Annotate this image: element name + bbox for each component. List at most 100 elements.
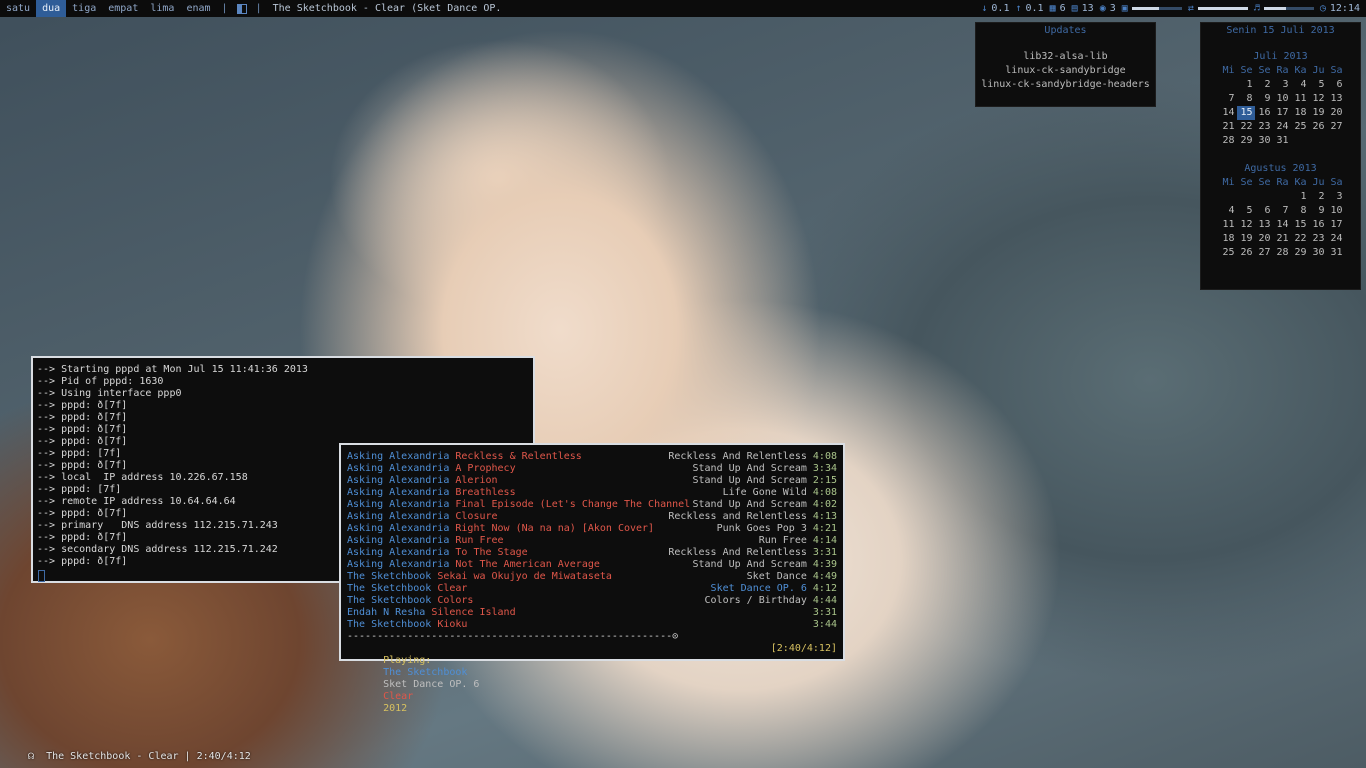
calendar-day — [1237, 190, 1255, 204]
weekday-header: Mi — [1222, 177, 1235, 188]
calendar-day: 17 — [1330, 219, 1343, 230]
track-duration: 4:02 — [812, 499, 837, 510]
update-package: linux-ck-sandybridge — [1005, 65, 1126, 76]
track-album: Stand Up And Scream — [692, 463, 807, 474]
calendar-day — [1219, 78, 1237, 92]
disk-usage: 3 — [1109, 3, 1116, 14]
track-duration: 3:44 — [812, 619, 837, 630]
month-title: Juli 2013 — [1253, 51, 1308, 62]
calendar-day: 17 — [1276, 107, 1289, 118]
weekday-header: Ju — [1312, 177, 1325, 188]
playlist-row[interactable]: Asking Alexandria Breathless Life Gone Wi… — [347, 487, 837, 499]
weekday-header: Ju — [1312, 65, 1325, 76]
playlist-row[interactable]: The Sketchbook Kioku 3:44 — [347, 619, 837, 631]
calendar-day: 23 — [1312, 233, 1325, 244]
speaker-icon[interactable]: ♬ — [1254, 3, 1260, 14]
track-title: Clear — [437, 583, 468, 594]
track-artist: The Sketchbook — [347, 619, 432, 630]
playlist-row[interactable]: Asking Alexandria Run Free Run Free 4:14 — [347, 535, 837, 547]
calendar-day: 22 — [1240, 121, 1253, 132]
workspace-tiga[interactable]: tiga — [66, 0, 102, 17]
track-title: Alerion — [455, 475, 498, 486]
download-arrow-icon: ↓ — [981, 3, 988, 14]
playlist-row[interactable]: The Sketchbook Colors Colors / Birthday 4… — [347, 595, 837, 607]
calendar-day: 23 — [1258, 121, 1271, 132]
volume-bar[interactable] — [1263, 7, 1314, 10]
calendar-day: 18 — [1294, 107, 1307, 118]
track-title: To The Stage — [455, 547, 528, 558]
calendar-day: 28 — [1222, 135, 1235, 146]
calendar-day: 14 — [1222, 107, 1235, 118]
updates-list: lib32-alsa-lib linux-ck-sandybridge linux-… — [976, 50, 1155, 92]
calendar-day: 9 — [1318, 205, 1325, 216]
playlist-row[interactable]: Asking Alexandria Closure Reckless and Re… — [347, 511, 837, 523]
playlist: Asking Alexandria Reckless & Relentless R… — [347, 451, 837, 631]
workspace-satu[interactable]: satu — [0, 0, 36, 17]
weekday-header: Se — [1240, 65, 1253, 76]
playlist-row[interactable]: Asking Alexandria Final Episode (Let's C… — [347, 499, 837, 511]
terminal-line: --> pppd: ð[7f] — [37, 424, 128, 435]
updates-title: Updates — [1044, 25, 1087, 36]
workspace-empat[interactable]: empat — [102, 0, 144, 17]
weekday-header: Se — [1258, 177, 1271, 188]
brightness-bar[interactable] — [1131, 7, 1182, 10]
updates-widget: Updates lib32-alsa-lib linux-ck-sandybrid… — [975, 22, 1156, 107]
calendar-day: 4 — [1228, 205, 1235, 216]
music-player-window[interactable]: Asking Alexandria Reckless & Relentless R… — [339, 443, 845, 714]
calendar-day: 18 — [1222, 233, 1235, 244]
playlist-row[interactable]: Asking Alexandria A Prophecy Stand Up And… — [347, 463, 837, 475]
terminal-line: --> pppd: ð[7f] — [37, 412, 128, 423]
clock: 12:14 — [1329, 3, 1360, 14]
track-duration: 2:15 — [812, 475, 837, 486]
calendar-day: 3 — [1282, 79, 1289, 90]
calendar-day — [1291, 134, 1309, 148]
calendar-day: 10 — [1276, 93, 1289, 104]
network-bar — [1197, 7, 1248, 10]
layout-icon[interactable] — [236, 3, 247, 14]
network-icon: ⇄ — [1187, 3, 1194, 14]
terminal-line: --> Pid of pppd: 1630 — [37, 376, 164, 387]
calendar-day — [1255, 190, 1273, 204]
workspace-dua[interactable]: dua — [36, 0, 67, 17]
track-duration: 4:39 — [812, 559, 837, 570]
calendar-day: 24 — [1330, 233, 1343, 244]
calendar-day: 30 — [1258, 135, 1271, 146]
headphones-icon: ☊ — [28, 751, 35, 762]
weekday-header: Se — [1240, 177, 1253, 188]
playlist-row[interactable]: Asking Alexandria Reckless & Relentless R… — [347, 451, 837, 463]
now-playing-label: Playing: — [383, 655, 432, 666]
track-album: Sket Dance OP. 6 — [710, 583, 807, 594]
playlist-row[interactable]: Asking Alexandria Alerion Stand Up And Sc… — [347, 475, 837, 487]
workspace-enam[interactable]: enam — [180, 0, 216, 17]
calendar-day: 12 — [1312, 93, 1325, 104]
track-album: Stand Up And Scream — [692, 499, 807, 510]
track-album: Sket Dance — [746, 571, 807, 582]
playlist-row[interactable]: The Sketchbook Sekai wa Okujyo de Miwata… — [347, 571, 837, 583]
weekday-header: Ra — [1276, 177, 1289, 188]
playlist-row[interactable]: Asking Alexandria To The Stage Reckless A… — [347, 547, 837, 559]
track-duration: 4:21 — [812, 523, 837, 534]
track-artist: The Sketchbook — [347, 571, 432, 582]
calendar-day: 1 — [1246, 79, 1253, 90]
workspace-lima[interactable]: lima — [144, 0, 180, 17]
track-title: Colors — [437, 595, 474, 606]
calendar-day: 14 — [1276, 219, 1289, 230]
track-title: Silence Island — [431, 607, 516, 618]
playlist-row[interactable]: Asking Alexandria Right Now (Na na na) [… — [347, 523, 837, 535]
calendar-day: 2 — [1264, 79, 1271, 90]
track-duration: 4:08 — [812, 451, 837, 462]
calendar-day — [1273, 190, 1291, 204]
net-up: 0.1 — [1025, 3, 1044, 14]
playlist-row[interactable]: The Sketchbook Clear Sket Dance OP. 6 4:1… — [347, 583, 837, 595]
calendar-day: 27 — [1258, 247, 1271, 258]
progress-bar[interactable]: ----------------------------------------… — [347, 631, 837, 643]
track-title: Sekai wa Okujyo de Miwataseta — [437, 571, 612, 582]
calendar-day: 21 — [1222, 121, 1235, 132]
playlist-row[interactable]: Asking Alexandria Not The American Avera… — [347, 559, 837, 571]
playlist-row[interactable]: Endah N Resha Silence Island 3:31 — [347, 607, 837, 619]
track-title: Closure — [455, 511, 498, 522]
calendar-day: 3 — [1336, 191, 1343, 202]
calendar-day: 6 — [1264, 205, 1271, 216]
update-package: linux-ck-sandybridge-headers — [981, 79, 1150, 90]
month-title: Agustus 2013 — [1244, 163, 1317, 174]
